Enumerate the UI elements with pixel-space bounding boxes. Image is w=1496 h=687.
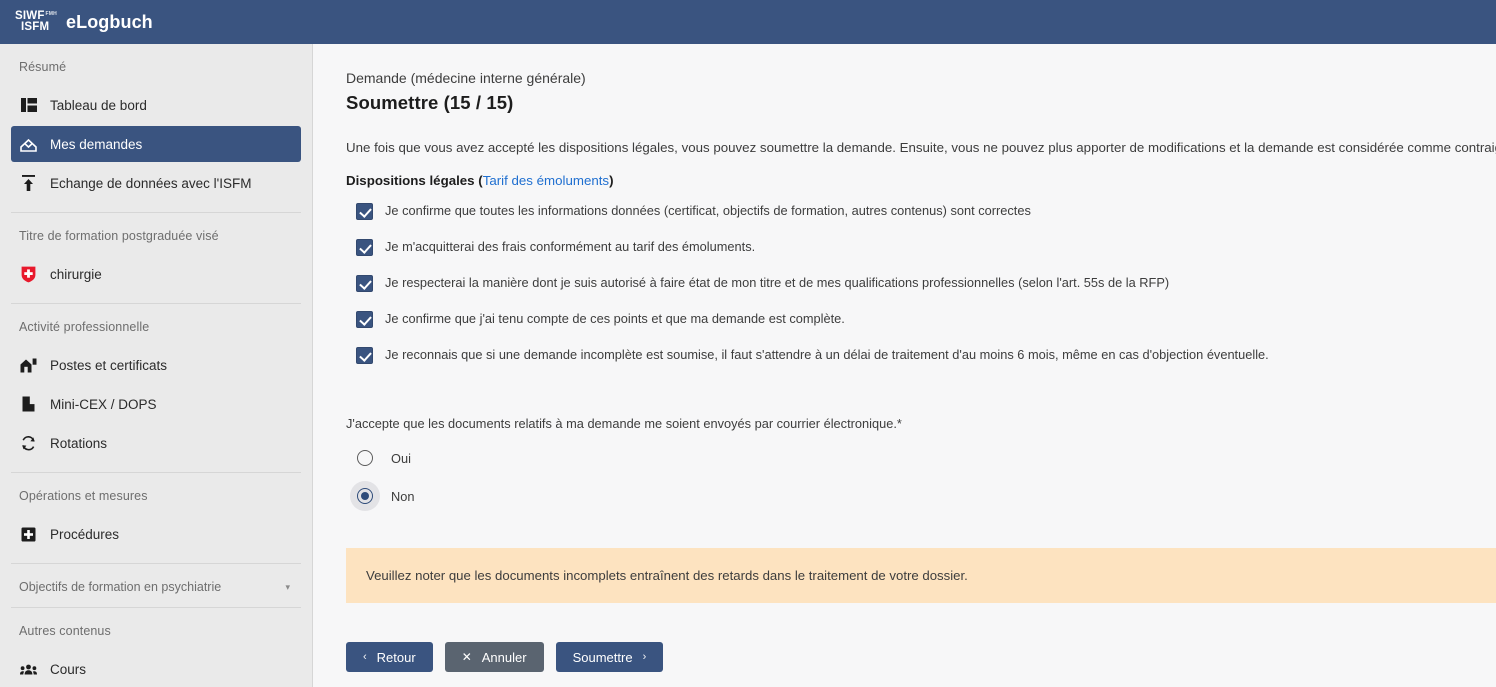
checkbox-row[interactable]: Je reconnais que si une demande incomplè… [356, 346, 1496, 364]
checkbox-row[interactable]: Je confirme que j'ai tenu compte de ces … [356, 310, 1496, 328]
sidebar-item-label: Procédures [50, 526, 120, 542]
upload-arrow-icon [20, 175, 37, 192]
sidebar-item-procedures[interactable]: Procédures [11, 516, 301, 552]
sidebar-item-echange-donnees[interactable]: Echange de données avec l'ISFM [11, 165, 301, 201]
page-title: Soumettre (15 / 15) [346, 92, 514, 113]
sidebar-item-tableau-de-bord[interactable]: Tableau de bord [11, 87, 301, 123]
sidebar-item-cours[interactable]: Cours [11, 651, 301, 687]
cancel-button-label: Annuler [481, 649, 527, 665]
checkbox-label: Je confirme que j'ai tenu compte de ces … [385, 311, 845, 326]
logo-superscript-fmh: FMH [45, 10, 57, 17]
plus-square-icon [20, 526, 37, 543]
checkbox-informations-correctes[interactable] [356, 203, 373, 220]
sidebar-heading-operations-mesures: Opérations et mesures [19, 489, 148, 503]
radio-oui[interactable] [357, 450, 373, 466]
radio-option-non[interactable]: Non [350, 481, 1496, 511]
warning-banner: Veuillez noter que les documents incompl… [346, 548, 1496, 603]
legal-checkbox-list: Je confirme que toutes les informations … [356, 202, 1496, 364]
sidebar-group-resume: Résumé Tableau de bord Mes demandes Echa… [0, 44, 312, 201]
radio-label: Oui [391, 450, 411, 466]
hospital-building-icon [20, 357, 37, 374]
legal-provisions-heading: Dispositions légales (Tarif des émolumen… [346, 173, 1496, 188]
close-icon: ✕ [461, 650, 472, 664]
intro-paragraph: Une fois que vous avez accepté les dispo… [346, 140, 1496, 155]
back-button[interactable]: ‹ Retour [346, 642, 433, 672]
sidebar-item-label: Mes demandes [50, 136, 143, 152]
checkbox-row[interactable]: Je respecterai la manière dont je suis a… [356, 274, 1496, 292]
sidebar-heading-autres-contenus: Autres contenus [19, 624, 111, 638]
sidebar: Résumé Tableau de bord Mes demandes Echa… [0, 44, 313, 687]
siwf-isfm-logo-mark: SIWF FMH ISFM [15, 10, 57, 34]
sidebar-group-autres-contenus: Autres contenus Cours [0, 608, 312, 687]
breadcrumb: Demande (médecine interne générale) [346, 70, 586, 86]
sidebar-collapsible-label: Objectifs de formation en psychiatrie [19, 580, 222, 594]
checkbox-row[interactable]: Je confirme que toutes les informations … [356, 202, 1496, 220]
checkbox-label: Je reconnais que si une demande incomplè… [385, 347, 1269, 362]
checkbox-label: Je respecterai la manière dont je suis a… [385, 275, 1170, 290]
app-header: SIWF FMH ISFM eLogbuch [0, 0, 1496, 44]
sidebar-item-postes-et-certificats[interactable]: Postes et certificats [11, 347, 301, 383]
submit-button[interactable]: Soumettre › [555, 642, 664, 672]
radio-non[interactable] [357, 488, 373, 504]
sidebar-item-rotations[interactable]: Rotations [11, 425, 301, 461]
radio-label: Non [391, 488, 415, 504]
paren-open: ( [474, 173, 483, 188]
sidebar-item-chirurgie[interactable]: chirurgie [11, 256, 301, 292]
radio-hit-area [350, 443, 380, 473]
sidebar-group-titre-formation: Titre de formation postgraduée visé chir… [0, 213, 312, 292]
form-actions: ‹ Retour ✕ Annuler Soumettre › [346, 642, 664, 672]
sidebar-collapsible-objectifs-psychiatrie[interactable]: Objectifs de formation en psychiatrie ▾ [0, 564, 312, 607]
people-group-icon [20, 661, 37, 678]
sidebar-item-label: Tableau de bord [50, 97, 147, 113]
checkbox-label: Je m'acquitterai des frais conformément … [385, 239, 756, 254]
radio-hit-area [350, 481, 380, 511]
checkbox-label: Je confirme que toutes les informations … [385, 203, 1031, 218]
logo[interactable]: SIWF FMH ISFM eLogbuch [15, 10, 153, 34]
checkbox-delai-traitement[interactable] [356, 347, 373, 364]
chevron-left-icon: ‹ [363, 651, 367, 663]
email-consent-question: J'accepte que les documents relatifs à m… [346, 416, 902, 431]
sidebar-heading-titre-formation: Titre de formation postgraduée visé [19, 229, 219, 243]
warning-banner-text: Veuillez noter que les documents incompl… [366, 568, 968, 583]
sidebar-group-operations-mesures: Opérations et mesures Procédures [0, 473, 312, 552]
sidebar-item-label: Rotations [50, 435, 108, 451]
chevron-down-icon: ▾ [285, 581, 290, 592]
swiss-shield-icon [20, 266, 37, 283]
logo-line-isfm: ISFM [21, 21, 50, 33]
checkbox-titre-qualifications[interactable] [356, 275, 373, 292]
tarif-emoluments-link[interactable]: Tarif des émoluments [483, 173, 609, 188]
refresh-rotate-icon [20, 435, 37, 452]
sidebar-heading-activite-professionnelle: Activité professionnelle [19, 320, 150, 334]
book-icon [20, 396, 37, 413]
sidebar-item-label: Mini-CEX / DOPS [50, 396, 157, 412]
sidebar-item-label: Echange de données avec l'ISFM [50, 175, 252, 191]
checkbox-row[interactable]: Je m'acquitterai des frais conformément … [356, 238, 1496, 256]
checkbox-frais-emoluments[interactable] [356, 239, 373, 256]
sidebar-item-label: Postes et certificats [50, 357, 168, 373]
sidebar-item-mini-cex-dops[interactable]: Mini-CEX / DOPS [11, 386, 301, 422]
back-button-label: Retour [376, 649, 416, 665]
app-title: eLogbuch [65, 11, 153, 32]
submit-button-label: Soumettre [572, 649, 633, 665]
paren-close: ) [609, 173, 614, 188]
sidebar-item-mes-demandes[interactable]: Mes demandes [11, 126, 301, 162]
radio-option-oui[interactable]: Oui [350, 443, 1496, 473]
chevron-right-icon: › [642, 651, 647, 663]
checkbox-demande-complete[interactable] [356, 311, 373, 328]
sidebar-heading-resume: Résumé [19, 60, 67, 74]
sidebar-item-label: chirurgie [50, 266, 102, 282]
legal-provisions-label: Dispositions légales [346, 173, 475, 188]
inbox-tray-icon [20, 136, 37, 153]
main-content: Demande (médecine interne générale) Soum… [314, 44, 1496, 687]
dashboard-icon [20, 97, 37, 114]
cancel-button[interactable]: ✕ Annuler [444, 642, 544, 672]
sidebar-group-activite-professionnelle: Activité professionnelle Postes et certi… [0, 304, 312, 461]
sidebar-item-label: Cours [50, 661, 87, 677]
